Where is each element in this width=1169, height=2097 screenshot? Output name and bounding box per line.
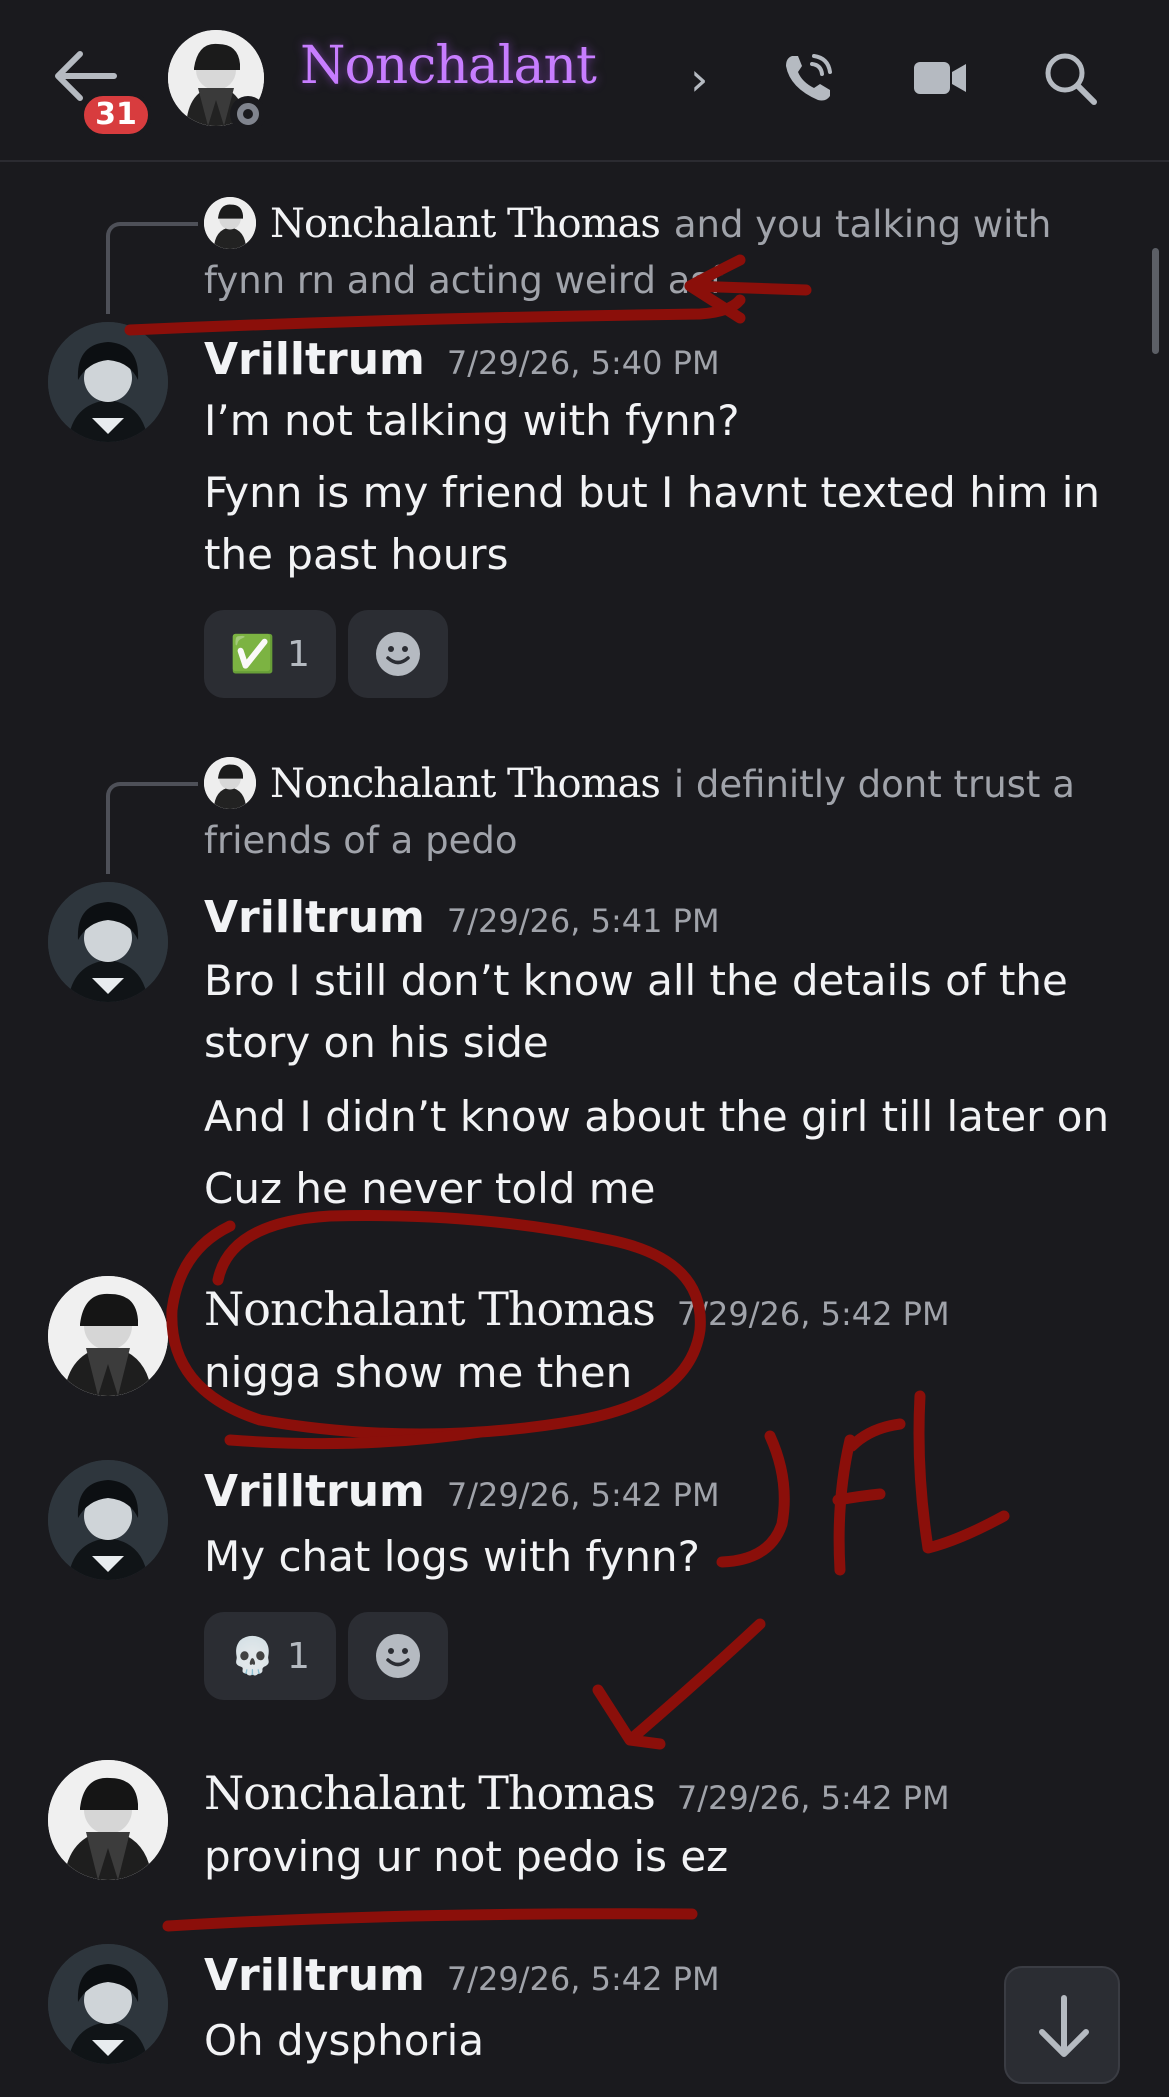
chat-header: 31 Nonchalant › (0, 0, 1169, 162)
ink-underline-msg5 (162, 1908, 698, 1932)
video-camera-icon[interactable] (910, 48, 970, 108)
message-header: Vrilltrum 7/29/26, 5:42 PM (204, 1950, 720, 2001)
search-icon[interactable] (1040, 48, 1100, 108)
reply-author: Nonchalant Thomas (270, 761, 661, 807)
reaction-pill[interactable]: ✅ 1 (204, 610, 336, 698)
add-reaction-button[interactable] (348, 610, 448, 698)
message-text: My chat logs with fynn? (204, 1532, 700, 1581)
status-indicator (230, 96, 266, 132)
reaction-count: 1 (286, 1635, 310, 1677)
reaction-count: 1 (286, 633, 310, 675)
arrow-down-icon (1039, 1995, 1089, 2057)
message-timestamp: 7/29/26, 5:40 PM (446, 344, 720, 382)
avatar[interactable] (48, 1944, 168, 2064)
message-header: Vrilltrum 7/29/26, 5:42 PM (204, 1466, 720, 1517)
reply-preview[interactable]: Nonchalant Thomas and you talking with fy… (204, 196, 1124, 309)
reply-spine (106, 222, 198, 314)
avatar[interactable] (48, 1760, 168, 1880)
channel-title[interactable]: Nonchalant (300, 36, 597, 96)
unread-badge: 31 (80, 92, 152, 138)
phone-icon[interactable] (778, 48, 838, 108)
avatar[interactable] (48, 882, 168, 1002)
ink-arrow-down (592, 1618, 766, 1750)
smiley-icon (376, 632, 420, 676)
avatar[interactable] (48, 1460, 168, 1580)
message-text: Oh dysphoria (204, 2016, 485, 2065)
message-text: nigga show me then (204, 1348, 633, 1397)
skull-emoji-icon: 💀 (230, 1636, 275, 1677)
message-author[interactable]: Nonchalant Thomas (204, 1766, 656, 1820)
jump-to-bottom-button[interactable] (1004, 1966, 1120, 2084)
message-author[interactable]: Vrilltrum (204, 1466, 425, 1517)
message-text: Cuz he never told me (204, 1164, 656, 1213)
message-header: Nonchalant Thomas 7/29/26, 5:42 PM (204, 1766, 950, 1820)
reply-avatar (204, 757, 256, 809)
message-timestamp: 7/29/26, 5:42 PM (676, 1295, 950, 1333)
message-author[interactable]: Vrilltrum (204, 1950, 425, 2001)
message-timestamp: 7/29/26, 5:42 PM (676, 1779, 950, 1817)
message-header: Nonchalant Thomas 7/29/26, 5:42 PM (204, 1282, 950, 1336)
check-mark-emoji-icon: ✅ (230, 634, 275, 675)
avatar[interactable] (48, 1276, 168, 1396)
add-reaction-button[interactable] (348, 1612, 448, 1700)
reply-avatar (204, 197, 256, 249)
message-header: Vrilltrum 7/29/26, 5:40 PM (204, 334, 720, 385)
message-author[interactable]: Nonchalant Thomas (204, 1282, 656, 1336)
scrollbar[interactable] (1152, 248, 1159, 354)
message-header: Vrilltrum 7/29/26, 5:41 PM (204, 892, 720, 943)
message-timestamp: 7/29/26, 5:42 PM (446, 1476, 720, 1514)
message-text: And I didn’t know about the girl till la… (204, 1092, 1110, 1141)
message-text: I’m not talking with fynn? (204, 396, 740, 445)
reply-preview[interactable]: Nonchalant Thomas i definitly dont trust … (204, 756, 1124, 869)
message-text: Fynn is my friend but I havnt texted him… (204, 468, 1101, 579)
smiley-icon (376, 1634, 420, 1678)
reaction-pill[interactable]: 💀 1 (204, 1612, 336, 1700)
avatar[interactable] (48, 322, 168, 442)
reply-author: Nonchalant Thomas (270, 201, 661, 247)
message-timestamp: 7/29/26, 5:42 PM (446, 1960, 720, 1998)
message-author[interactable]: Vrilltrum (204, 334, 425, 385)
message-text: proving ur not pedo is ez (204, 1832, 729, 1881)
message-author[interactable]: Vrilltrum (204, 892, 425, 943)
message-text: Bro I still don’t know all the details o… (204, 956, 1068, 1067)
chevron-right-icon[interactable]: › (690, 56, 708, 102)
reply-spine (106, 782, 198, 874)
message-timestamp: 7/29/26, 5:41 PM (446, 902, 720, 940)
